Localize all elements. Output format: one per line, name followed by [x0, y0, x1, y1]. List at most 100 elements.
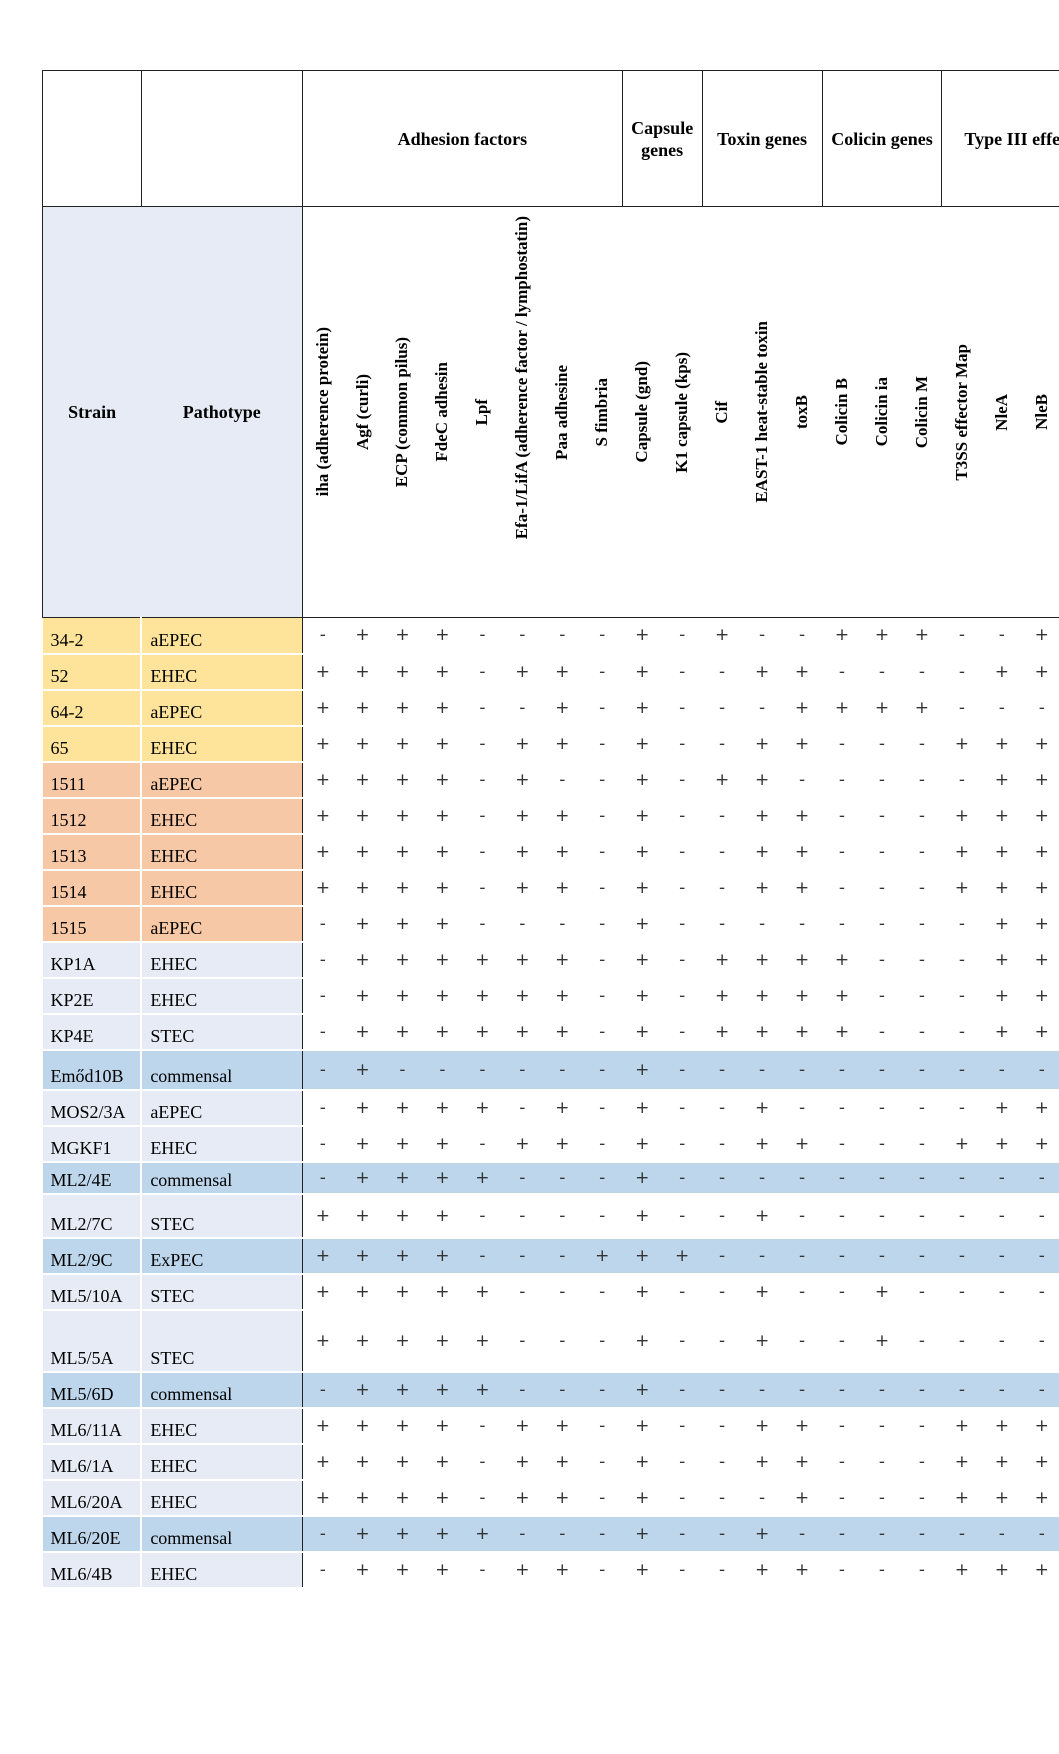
- gene-presence-cell: +: [342, 797, 383, 835]
- table-row: 1511aEPEC++++-+--+-++-----+++: [42, 761, 1059, 799]
- gene-presence-cell: +: [861, 689, 902, 727]
- gene-presence-cell: -: [861, 905, 902, 943]
- gene-presence-cell: -: [302, 905, 343, 943]
- gene-presence-cell: -: [302, 1125, 343, 1163]
- gene-presence-cell: -: [782, 1193, 823, 1239]
- gene-presence-cell: +: [302, 833, 343, 871]
- gene-presence-cell: -: [742, 905, 783, 943]
- gene-presence-cell: +: [622, 1049, 663, 1091]
- gene-presence-cell: -: [462, 725, 503, 763]
- gene-presence-cell: +: [342, 977, 383, 1015]
- gene-presence-cell: -: [302, 1089, 343, 1127]
- gene-presence-cell: -: [861, 1515, 902, 1553]
- gene-presence-cell: +: [1021, 1089, 1059, 1127]
- gene-presence-cell: +: [382, 1013, 423, 1051]
- gene-presence-cell: -: [502, 905, 543, 943]
- gene-presence-cell: -: [302, 1013, 343, 1051]
- gene-presence-cell: -: [582, 1193, 623, 1239]
- gene-presence-cell: -: [901, 1049, 942, 1091]
- gene-presence-cell: -: [702, 797, 743, 835]
- gene-presence-cell: +: [542, 941, 583, 979]
- table-row: ML5/10ASTEC+++++---+--+--+-----: [42, 1273, 1059, 1311]
- gene-presence-cell: -: [582, 1013, 623, 1051]
- gene-presence-cell: +: [422, 1193, 463, 1239]
- gene-presence-cell: -: [901, 1515, 942, 1553]
- gene-presence-cell: +: [542, 653, 583, 691]
- gene-presence-cell: -: [662, 725, 703, 763]
- gene-presence-cell: -: [302, 941, 343, 979]
- gene-presence-cell: +: [1021, 941, 1059, 979]
- gene-presence-cell: +: [382, 833, 423, 871]
- gene-presence-cell: +: [981, 725, 1022, 763]
- gene-presence-cell: -: [782, 1273, 823, 1311]
- gene-presence-cell: -: [981, 1273, 1022, 1311]
- gene-presence-cell: -: [662, 833, 703, 871]
- gene-presence-cell: -: [901, 1125, 942, 1163]
- gene-presence-cell: +: [342, 1443, 383, 1481]
- gene-presence-cell: -: [941, 1013, 982, 1051]
- gene-presence-cell: -: [782, 1371, 823, 1409]
- gene-presence-cell: -: [502, 1161, 543, 1195]
- gene-presence-cell: -: [742, 1479, 783, 1517]
- gene-presence-cell: -: [422, 1049, 463, 1091]
- gene-column-header: EAST-1 heat-stable toxin: [752, 321, 772, 503]
- gene-presence-cell: +: [342, 1371, 383, 1409]
- gene-presence-cell: -: [662, 1193, 703, 1239]
- gene-presence-cell: -: [782, 761, 823, 799]
- pathotype-cell: commensal: [141, 1049, 304, 1091]
- gene-presence-cell: -: [502, 1273, 543, 1311]
- gene-presence-cell: -: [901, 1089, 942, 1127]
- gene-presence-cell: +: [742, 1443, 783, 1481]
- gene-presence-cell: +: [742, 653, 783, 691]
- gene-column-header: K1 capsule (kps): [672, 351, 692, 473]
- gene-column-header: Colicin M: [911, 375, 931, 449]
- gene-presence-cell: +: [302, 1443, 343, 1481]
- group-header: [42, 70, 142, 207]
- gene-column-header: Lpf: [472, 398, 492, 426]
- gene-presence-cell: -: [782, 1049, 823, 1091]
- gene-presence-cell: +: [422, 1309, 463, 1373]
- gene-presence-cell: +: [422, 725, 463, 763]
- gene-presence-cell: +: [422, 1237, 463, 1275]
- pathotype-cell: EHEC: [141, 1551, 304, 1589]
- strain-cell: 1511: [42, 761, 143, 799]
- gene-presence-cell: +: [981, 1443, 1022, 1481]
- gene-presence-cell: +: [422, 1443, 463, 1481]
- gene-presence-cell: +: [622, 1125, 663, 1163]
- gene-presence-cell: +: [302, 869, 343, 907]
- gene-presence-cell: -: [861, 1407, 902, 1445]
- gene-presence-cell: -: [662, 1013, 703, 1051]
- gene-presence-cell: -: [981, 617, 1022, 655]
- gene-presence-cell: +: [382, 941, 423, 979]
- gene-presence-cell: -: [981, 1371, 1022, 1409]
- gene-presence-cell: -: [782, 1309, 823, 1373]
- gene-presence-cell: +: [822, 941, 862, 979]
- gene-presence-cell: +: [382, 1193, 423, 1239]
- pathotype-cell: EHEC: [141, 653, 304, 691]
- table-row: MOS2/3AaEPEC-++++-+-+--+-----+++: [42, 1089, 1059, 1127]
- gene-presence-cell: +: [382, 1407, 423, 1445]
- gene-presence-cell: -: [861, 1193, 902, 1239]
- gene-presence-cell: +: [382, 1479, 423, 1517]
- gene-presence-cell: -: [941, 905, 982, 943]
- gene-presence-cell: -: [822, 1125, 862, 1163]
- gene-presence-cell: +: [782, 1407, 823, 1445]
- gene-presence-cell: +: [782, 797, 823, 835]
- gene-presence-cell: -: [582, 761, 623, 799]
- gene-presence-cell: +: [422, 689, 463, 727]
- gene-presence-cell: +: [782, 1013, 823, 1051]
- gene-presence-cell: -: [582, 653, 623, 691]
- gene-presence-cell: -: [662, 977, 703, 1015]
- gene-presence-cell: -: [861, 725, 902, 763]
- gene-presence-cell: +: [1021, 977, 1059, 1015]
- strain-cell: 1514: [42, 869, 143, 907]
- gene-presence-cell: +: [422, 617, 463, 655]
- gene-presence-cell: +: [422, 1089, 463, 1127]
- gene-presence-cell: -: [662, 1515, 703, 1553]
- gene-presence-cell: +: [382, 1161, 423, 1195]
- pathotype-cell: EHEC: [141, 1479, 304, 1517]
- gene-presence-cell: +: [742, 1089, 783, 1127]
- gene-presence-cell: +: [342, 1479, 383, 1517]
- gene-presence-cell: -: [742, 1161, 783, 1195]
- gene-presence-cell: +: [622, 689, 663, 727]
